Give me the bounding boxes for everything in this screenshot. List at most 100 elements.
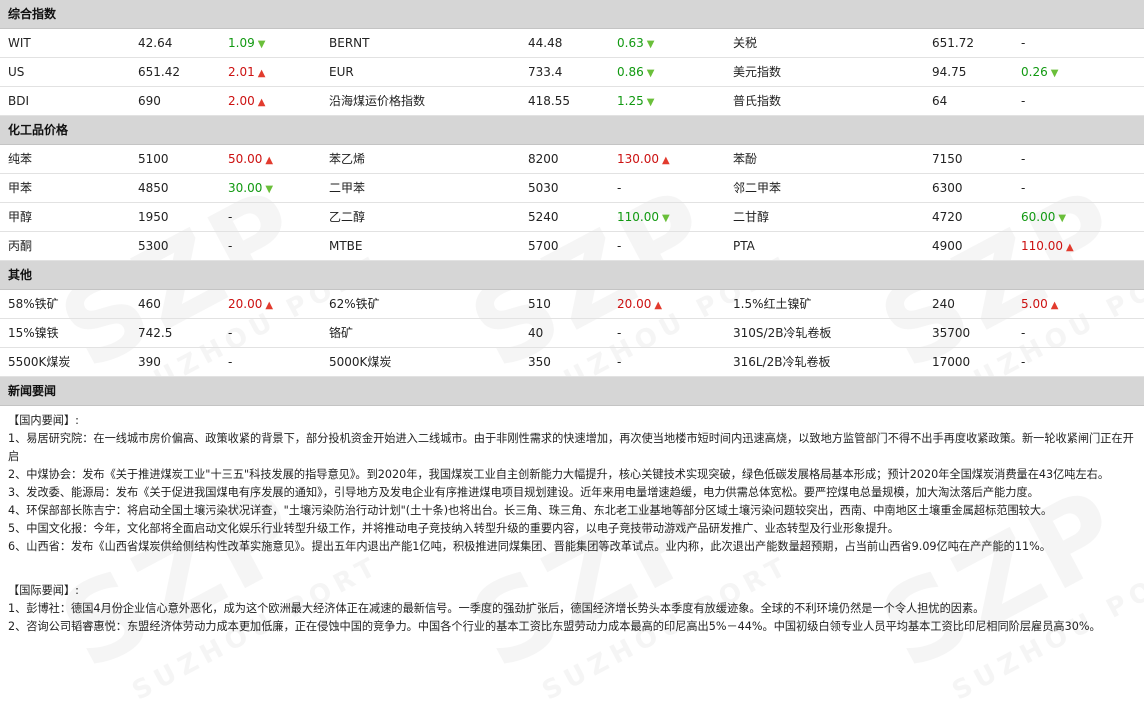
item-name: 铬矿	[329, 326, 354, 340]
change-value: 110.00	[1021, 239, 1063, 253]
table-row: WIT 42.64 1.09 ▼ BERNT 44.48 0.63 ▼ 关税 651.72-	[0, 29, 1144, 58]
item-value: 350	[528, 355, 551, 369]
item-change: -	[228, 319, 232, 347]
item-name: 二甘醇	[733, 210, 770, 224]
item-value: 742.5	[138, 326, 173, 340]
arrow-up-icon: ▲	[1050, 300, 1059, 311]
change-value: 50.00	[228, 152, 263, 166]
item-change: 5.00 ▲	[1021, 290, 1058, 318]
section-header-composite: 综合指数	[0, 0, 1144, 29]
item-name: MTBE	[329, 239, 363, 253]
item-value: 40	[528, 326, 544, 340]
item-name: 苯酚	[733, 152, 758, 166]
change-value: 30.00	[228, 181, 263, 195]
change-value: -	[617, 355, 622, 369]
item-name: 62%铁矿	[329, 297, 380, 311]
item-value: 390	[138, 355, 161, 369]
change-value: 0.26	[1021, 65, 1048, 79]
item-name: 二甲苯	[329, 181, 366, 195]
news-item: 3、发改委、能源局：发布《关于促进我国煤电有序发展的通知》，引导地方及发电企业有…	[8, 486, 1039, 499]
item-value: 8200	[528, 152, 559, 166]
item-change: 20.00 ▲	[617, 290, 662, 318]
item-change: 130.00 ▲	[617, 145, 670, 173]
change-value: -	[228, 239, 233, 253]
table-row: 5500K煤炭 390 - 5000K煤炭 350 - 316L/2B冷轧卷板 17000 -	[0, 348, 1144, 377]
item-value: 17000	[932, 355, 971, 369]
item-name: 316L/2B冷轧卷板	[733, 355, 831, 369]
item-name: 沿海煤运价格指数	[329, 94, 426, 108]
item-name: 丙酮	[8, 239, 33, 253]
international-news-heading: 【国际要闻】:	[8, 584, 79, 597]
change-value: 20.00	[617, 297, 652, 311]
arrow-down-icon: ▼	[646, 97, 655, 108]
item-value: 5100	[138, 152, 169, 166]
item-value: 5030	[528, 181, 559, 195]
table-row: 15%镍铁 742.5 - 铬矿 40 - 310S/2B冷轧卷板 35700 -	[0, 319, 1144, 348]
item-name: 邻二甲苯	[733, 181, 782, 195]
item-name: 甲醇	[8, 210, 33, 224]
item-name: WIT	[8, 36, 31, 50]
item-change: 0.63 ▼	[617, 29, 654, 57]
item-change: -	[1021, 174, 1025, 202]
item-change: 20.00 ▲	[228, 290, 273, 318]
item-change: 50.00 ▲	[228, 145, 273, 173]
item-change: 2.00 ▲	[228, 87, 265, 115]
change-value: 2.01	[228, 65, 255, 79]
item-name: 苯乙烯	[329, 152, 366, 166]
change-value: -	[1021, 326, 1026, 340]
arrow-up-icon: ▲	[257, 68, 266, 79]
section-header-chemical: 化工品价格	[0, 116, 1144, 145]
table-composite: WIT 42.64 1.09 ▼ BERNT 44.48 0.63 ▼ 关税 651.72- US 6…	[0, 29, 1144, 116]
item-name: 1.5%红土镍矿	[733, 297, 812, 311]
item-name: 乙二醇	[329, 210, 366, 224]
item-value: 6300	[932, 181, 963, 195]
item-change: -	[1021, 319, 1025, 347]
arrow-up-icon: ▲	[654, 300, 663, 311]
table-row: BDI 690 2.00 ▲ 沿海煤运价格指数 418.55 1.25 ▼ 普氏指数 64 -	[0, 87, 1144, 116]
item-change: -	[617, 232, 621, 260]
item-value: 7150	[932, 152, 963, 166]
section-header-news: 新闻要闻	[0, 377, 1144, 406]
arrow-up-icon: ▲	[1066, 242, 1074, 253]
item-change: -	[228, 203, 232, 231]
news-item: 4、环保部部长陈吉宁：将启动全国土壤污染状况详查，"土壤污染防治行动计划"(土十…	[8, 504, 1053, 517]
table-row: 甲醇 1950- 乙二醇 5240 110.00 ▼ 二甘醇 4720 60.00 ▼	[0, 203, 1144, 232]
item-name: 纯苯	[8, 152, 33, 166]
item-change: 1.09 ▼	[228, 29, 265, 57]
domestic-news: 【国内要闻】: 1、易居研究院：在一线城市房价偏高、政策收紧的背景下，部分投机资…	[0, 406, 1144, 556]
item-value: 64	[932, 94, 948, 108]
change-value: 20.00	[228, 297, 263, 311]
item-change: -	[228, 232, 232, 260]
item-name: 5500K煤炭	[8, 355, 71, 369]
arrow-up-icon: ▲	[662, 155, 670, 166]
change-value: -	[228, 355, 233, 369]
item-name: PTA	[733, 239, 755, 253]
item-change: -	[1021, 87, 1025, 115]
news-item: 5、中国文化报：今年，文化部将全面启动文化娱乐行业转型升级工作，并将推动电子竞技…	[8, 522, 899, 535]
change-value: 1.25	[617, 94, 644, 108]
item-change: 110.00 ▲	[1021, 232, 1074, 260]
change-value: -	[1021, 355, 1026, 369]
item-value: 651.42	[138, 65, 180, 79]
item-name: 5000K煤炭	[329, 355, 392, 369]
item-value: 4900	[932, 239, 963, 253]
domestic-news-heading: 【国内要闻】:	[8, 414, 79, 427]
item-change: -	[617, 348, 621, 376]
item-change: 2.01 ▲	[228, 58, 265, 86]
item-name: 美元指数	[733, 65, 782, 79]
change-value: -	[228, 210, 233, 224]
item-value: 651.72	[932, 36, 974, 50]
item-value: 418.55	[528, 94, 570, 108]
change-value: 2.00	[228, 94, 255, 108]
news-item: 1、彭博社：德国4月份企业信心意外恶化，成为这个欧洲最大经济体正在减速的最新信号…	[8, 602, 985, 615]
item-change: 60.00 ▼	[1021, 203, 1066, 231]
item-change: -	[617, 174, 621, 202]
item-value: 733.4	[528, 65, 563, 79]
item-change: 110.00 ▼	[617, 203, 670, 231]
table-row: 纯苯 5100 50.00 ▲ 苯乙烯 8200 130.00 ▲ 苯酚 7150-	[0, 145, 1144, 174]
item-value: 510	[528, 297, 551, 311]
item-name: BDI	[8, 94, 30, 108]
item-name: 58%铁矿	[8, 297, 59, 311]
item-value: 690	[138, 94, 161, 108]
